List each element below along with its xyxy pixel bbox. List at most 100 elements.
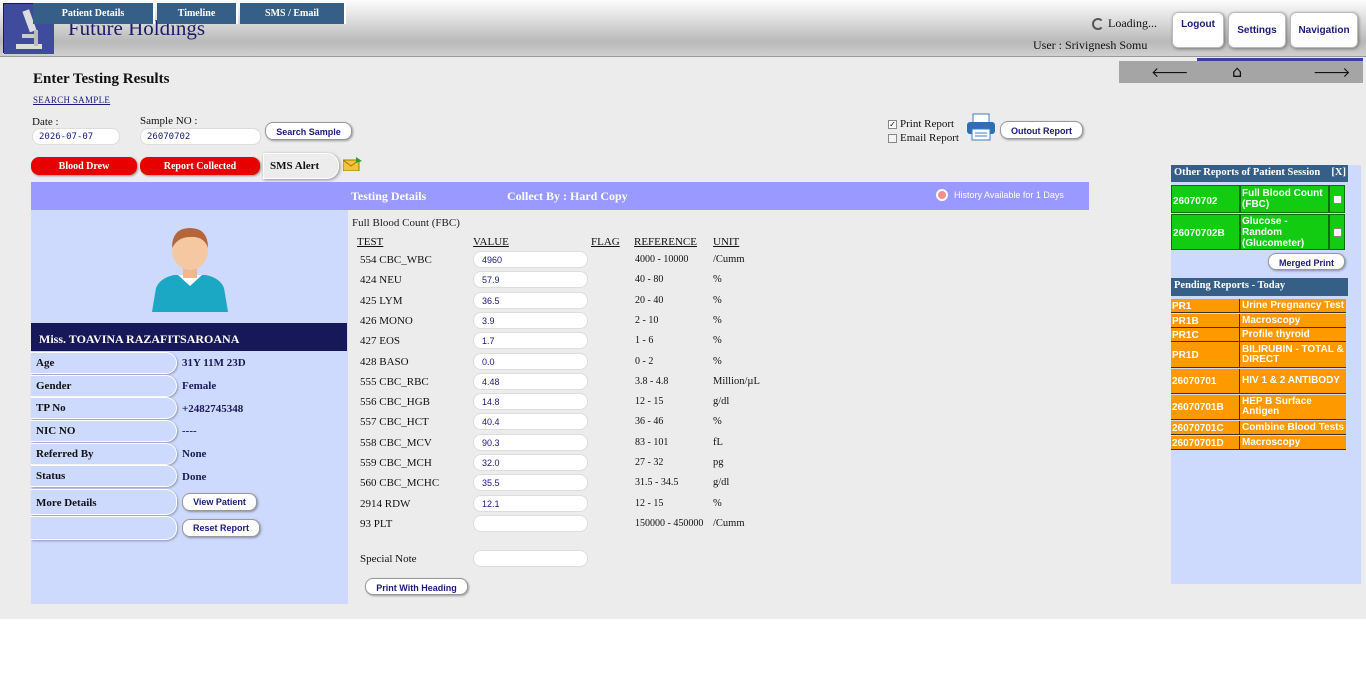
pending-report-id[interactable]: PR1C [1171,328,1240,341]
loading-indicator: Loading... [1092,16,1157,31]
test-value-field[interactable]: 36.5 [473,291,588,309]
print-report-label: Print Report [900,118,955,130]
test-value-field[interactable]: 12.1 [473,494,588,512]
column-header-unit: UNIT [713,236,740,248]
testing-details-title: Testing Details [351,189,427,203]
pending-report-name[interactable]: HIV 1 & 2 ANTIBODY [1241,369,1346,393]
blood-drew-button[interactable]: Blood Drew [31,157,137,175]
reset-row-label [31,516,177,540]
tab-patient-details[interactable]: Patient Details [33,3,155,24]
history-note: History Available for 1 Days [936,189,1064,201]
test-reference: 12 - 15 [635,396,664,408]
other-report-id[interactable]: 26070702B [1171,214,1240,250]
other-report-checkbox[interactable] [1329,185,1345,213]
pending-report-name[interactable]: Combine Blood Tests [1241,421,1346,434]
pending-report-id[interactable]: 26070701C [1171,421,1240,434]
tab-sms-email[interactable]: SMS / Email [240,3,346,24]
pending-report-row[interactable]: 26070701 HIV 1 & 2 ANTIBODY [1171,369,1346,394]
report-collected-button[interactable]: Report Collected [140,157,260,175]
gender-value: Female [182,380,217,392]
test-value-field[interactable]: 90.3 [473,433,588,451]
pending-report-row[interactable]: PR1 Urine Pregnancy Test [1171,299,1346,313]
navigation-button[interactable]: Navigation [1290,12,1358,48]
search-sample-link[interactable]: SEARCH SAMPLE [33,95,110,105]
arrow-right-icon[interactable]: 🡒 [1313,64,1351,81]
pending-report-row[interactable]: 26070701C Combine Blood Tests [1171,421,1346,435]
test-value-field[interactable] [473,514,588,532]
tab-timeline[interactable]: Timeline [157,3,238,24]
column-header-flag: FLAG [591,236,620,248]
settings-button[interactable]: Settings [1228,12,1286,48]
pending-report-id[interactable]: 26070701D [1171,436,1240,449]
other-report-id[interactable]: 26070702 [1171,185,1240,213]
envelope-icon[interactable] [342,157,362,175]
other-report-name[interactable]: Glucose - Random (Glucometer) [1240,214,1329,250]
test-name: 560 CBC_MCHC [360,477,440,490]
test-value-field[interactable]: 14.8 [473,393,588,411]
email-report-option[interactable]: Email Report [888,132,959,144]
pending-report-name[interactable]: Urine Pregnancy Test [1241,299,1346,312]
pending-report-id[interactable]: PR1 [1171,299,1240,312]
test-reference: 27 - 32 [635,457,664,468]
pending-report-name[interactable]: BILIRUBIN - TOTAL & DIRECT [1241,342,1346,367]
pending-report-id[interactable]: 26070701B [1171,395,1240,419]
print-with-heading-button[interactable]: Print With Heading [365,578,468,595]
pending-report-row[interactable]: 26070701D Macroscopy [1171,436,1346,450]
sms-alert-button[interactable]: SMS Alert [263,153,339,179]
pending-report-row[interactable]: PR1D BILIRUBIN - TOTAL & DIRECT [1171,342,1346,368]
test-value-field[interactable]: 4960 [473,251,588,268]
test-reference: 83 - 101 [635,436,669,448]
pending-report-row[interactable]: 26070701B HEP B Surface Antigen [1171,395,1346,420]
tp-no-label: TP No [31,397,177,419]
loading-text: Loading... [1108,16,1157,30]
user-avatar-icon [150,220,230,312]
more-details-label: More Details [31,489,177,515]
test-reference: 4000 - 10000 [635,254,689,265]
other-report-name[interactable]: Full Blood Count (FBC) [1240,185,1329,213]
pending-report-row[interactable]: PR1C Profile thyroid [1171,328,1346,342]
view-patient-button[interactable]: View Patient [182,493,257,511]
reset-report-button[interactable]: Reset Report [182,519,260,537]
other-report-checkbox[interactable] [1329,214,1345,250]
test-value-field[interactable]: 40.4 [473,413,588,431]
pending-report-name[interactable]: HEP B Surface Antigen [1241,395,1346,419]
test-value-field[interactable]: 57.9 [473,271,588,289]
sample-no-field[interactable]: 26070702 [140,128,261,145]
test-value-field[interactable]: 3.9 [473,311,588,329]
close-other-reports-button[interactable]: [X] [1331,167,1346,178]
print-report-checkbox[interactable]: ✓ [888,119,897,129]
column-header-test: TEST [357,236,384,248]
test-name: 558 CBC_MCV [360,436,432,449]
date-field[interactable]: 2026-07-07 [32,128,120,145]
test-name: 428 BASO [360,355,409,368]
test-unit: g/dl [713,477,730,489]
test-value-field[interactable]: 32.0 [473,454,588,471]
pending-report-id[interactable]: 26070701 [1171,369,1240,393]
other-reports-title: Other Reports of Patient Session [X] [1171,165,1348,182]
pending-report-name[interactable]: Profile thyroid [1241,328,1346,341]
printer-icon[interactable] [966,113,996,145]
home-icon[interactable]: ⌂ [1232,62,1242,81]
age-label: Age [31,352,177,374]
special-note-field[interactable] [473,550,588,567]
pending-report-id[interactable]: PR1B [1171,314,1240,327]
pending-reports-title: Pending Reports - Today [1171,278,1348,296]
print-report-option[interactable]: ✓ Print Report [888,118,954,130]
test-value-field[interactable]: 0.0 [473,352,588,370]
email-report-checkbox[interactable] [888,133,897,143]
pending-report-id[interactable]: PR1D [1171,342,1240,367]
test-value-field[interactable]: 1.7 [473,332,588,350]
arrow-left-icon[interactable]: 🡐 [1151,64,1189,81]
test-value-field[interactable]: 35.5 [473,474,588,492]
search-sample-button[interactable]: Search Sample [265,122,352,140]
test-reference: 36 - 46 [635,416,664,428]
output-report-button[interactable]: Outout Report [1000,121,1083,139]
pending-report-row[interactable]: PR1B Macroscopy [1171,314,1346,328]
pending-report-name[interactable]: Macroscopy [1241,314,1346,327]
pending-report-name[interactable]: Macroscopy [1241,436,1346,449]
merged-print-button[interactable]: Merged Print [1268,253,1345,270]
test-name: 424 NEU [360,274,402,287]
test-value-field[interactable]: 4.48 [473,372,588,390]
logout-button[interactable]: Logout [1172,12,1224,48]
other-reports-title-text: Other Reports of Patient Session [1174,167,1321,178]
